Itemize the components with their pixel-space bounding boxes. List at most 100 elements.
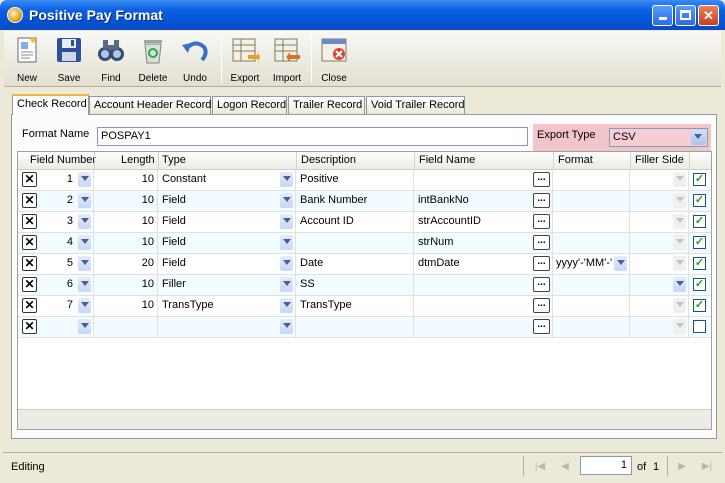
filler-side-cell[interactable] (630, 233, 689, 253)
field-name-cell[interactable]: intBankNo... (414, 191, 553, 211)
field-number-cell[interactable]: 4 (38, 233, 94, 253)
include-checkbox[interactable]: ✓ (693, 194, 706, 207)
type-cell[interactable]: Field (158, 191, 296, 211)
chevron-down-icon[interactable] (673, 256, 686, 271)
save-button[interactable]: Save (48, 33, 90, 85)
format-cell[interactable] (553, 191, 630, 211)
length-cell[interactable]: 10 (94, 212, 158, 232)
column-header-format[interactable]: Format (558, 154, 593, 166)
field-number-cell[interactable]: 2 (38, 191, 94, 211)
table-row[interactable]: ✕... (18, 317, 711, 338)
ellipsis-button[interactable]: ... (533, 172, 550, 187)
delete-row-button[interactable]: ✕ (22, 193, 37, 208)
column-header-length[interactable]: Length (121, 154, 155, 166)
close-window-button[interactable]: ✕ (698, 5, 719, 26)
chevron-down-icon[interactable] (673, 319, 686, 334)
length-cell[interactable] (94, 317, 158, 337)
filler-side-cell[interactable] (630, 275, 689, 295)
field-number-cell[interactable]: 5 (38, 254, 94, 274)
previous-page-button[interactable]: ◀ (558, 460, 572, 474)
type-cell[interactable]: Field (158, 233, 296, 253)
chevron-down-icon[interactable] (673, 235, 686, 250)
field-number-cell[interactable] (38, 317, 94, 337)
new-button[interactable]: New (6, 33, 48, 85)
ellipsis-button[interactable]: ... (533, 298, 550, 313)
description-cell[interactable]: TransType (296, 296, 414, 316)
field-number-cell[interactable]: 1 (38, 170, 94, 190)
column-header-description[interactable]: Description (301, 154, 356, 166)
import-button[interactable]: Import (266, 33, 308, 85)
type-cell[interactable]: Constant (158, 170, 296, 190)
chevron-down-icon[interactable] (78, 172, 91, 187)
include-checkbox[interactable]: ✓ (693, 299, 706, 312)
maximize-button[interactable] (675, 5, 696, 26)
ellipsis-button[interactable]: ... (533, 256, 550, 271)
format-cell[interactable] (553, 170, 630, 190)
type-cell[interactable]: Field (158, 212, 296, 232)
description-cell[interactable]: Account ID (296, 212, 414, 232)
length-cell[interactable]: 10 (94, 233, 158, 253)
include-checkbox[interactable]: ✓ (693, 236, 706, 249)
format-cell[interactable] (553, 296, 630, 316)
chevron-down-icon[interactable] (280, 298, 293, 313)
column-header-field-name[interactable]: Field Name (419, 154, 475, 166)
chevron-down-icon[interactable] (280, 172, 293, 187)
table-row[interactable]: ✕ 6 10 Filler SS... ✓ (18, 275, 711, 296)
include-checkbox[interactable]: ✓ (693, 215, 706, 228)
format-cell[interactable] (553, 317, 630, 337)
chevron-down-icon[interactable] (673, 193, 686, 208)
chevron-down-icon[interactable] (673, 214, 686, 229)
include-checkbox[interactable] (693, 320, 706, 333)
chevron-down-icon[interactable] (78, 235, 91, 250)
minimize-button[interactable] (652, 5, 673, 26)
close-button[interactable]: Close (313, 33, 355, 85)
type-cell[interactable]: Field (158, 254, 296, 274)
tab-account-header-record[interactable]: Account Header Record (89, 96, 211, 114)
export-type-select[interactable]: CSV (609, 128, 708, 147)
delete-row-button[interactable]: ✕ (22, 319, 37, 334)
chevron-down-icon[interactable] (673, 172, 686, 187)
include-checkbox[interactable]: ✓ (693, 257, 706, 270)
tab-trailer-record[interactable]: Trailer Record (288, 96, 365, 114)
ellipsis-button[interactable]: ... (533, 235, 550, 250)
field-name-cell[interactable]: ... (414, 296, 553, 316)
field-name-cell[interactable]: dtmDate... (414, 254, 553, 274)
table-row[interactable]: ✕ 3 10 Field Account ID strAccountID... ✓ (18, 212, 711, 233)
filler-side-cell[interactable] (630, 296, 689, 316)
ellipsis-button[interactable]: ... (533, 277, 550, 292)
delete-button[interactable]: Delete (132, 33, 174, 85)
description-cell[interactable] (296, 233, 414, 253)
format-name-input[interactable]: POSPAY1 (97, 127, 528, 146)
length-cell[interactable]: 10 (94, 275, 158, 295)
description-cell[interactable]: Bank Number (296, 191, 414, 211)
chevron-down-icon[interactable] (78, 277, 91, 292)
chevron-down-icon[interactable] (673, 277, 686, 292)
filler-side-cell[interactable] (630, 254, 689, 274)
ellipsis-button[interactable]: ... (533, 214, 550, 229)
table-row[interactable]: ✕ 4 10 Field strNum... ✓ (18, 233, 711, 254)
chevron-down-icon[interactable] (280, 193, 293, 208)
chevron-down-icon[interactable] (614, 256, 627, 271)
field-name-cell[interactable]: strNum... (414, 233, 553, 253)
find-button[interactable]: Find (90, 33, 132, 85)
next-page-button[interactable]: ▶ (675, 460, 689, 474)
table-row[interactable]: ✕ 1 10 Constant Positive... ✓ (18, 170, 711, 191)
format-cell[interactable] (553, 233, 630, 253)
field-number-cell[interactable]: 7 (38, 296, 94, 316)
first-page-button[interactable]: |◀ (533, 460, 547, 474)
length-cell[interactable]: 10 (94, 170, 158, 190)
page-number-input[interactable]: 1 (580, 456, 632, 475)
chevron-down-icon[interactable] (280, 319, 293, 334)
chevron-down-icon[interactable] (691, 130, 706, 145)
filler-side-cell[interactable] (630, 212, 689, 232)
description-cell[interactable]: Positive (296, 170, 414, 190)
format-cell[interactable] (553, 212, 630, 232)
filler-side-cell[interactable] (630, 191, 689, 211)
chevron-down-icon[interactable] (78, 319, 91, 334)
length-cell[interactable]: 10 (94, 296, 158, 316)
delete-row-button[interactable]: ✕ (22, 256, 37, 271)
delete-row-button[interactable]: ✕ (22, 214, 37, 229)
column-header-type[interactable]: Type (162, 154, 186, 166)
chevron-down-icon[interactable] (280, 277, 293, 292)
filler-side-cell[interactable] (630, 317, 689, 337)
